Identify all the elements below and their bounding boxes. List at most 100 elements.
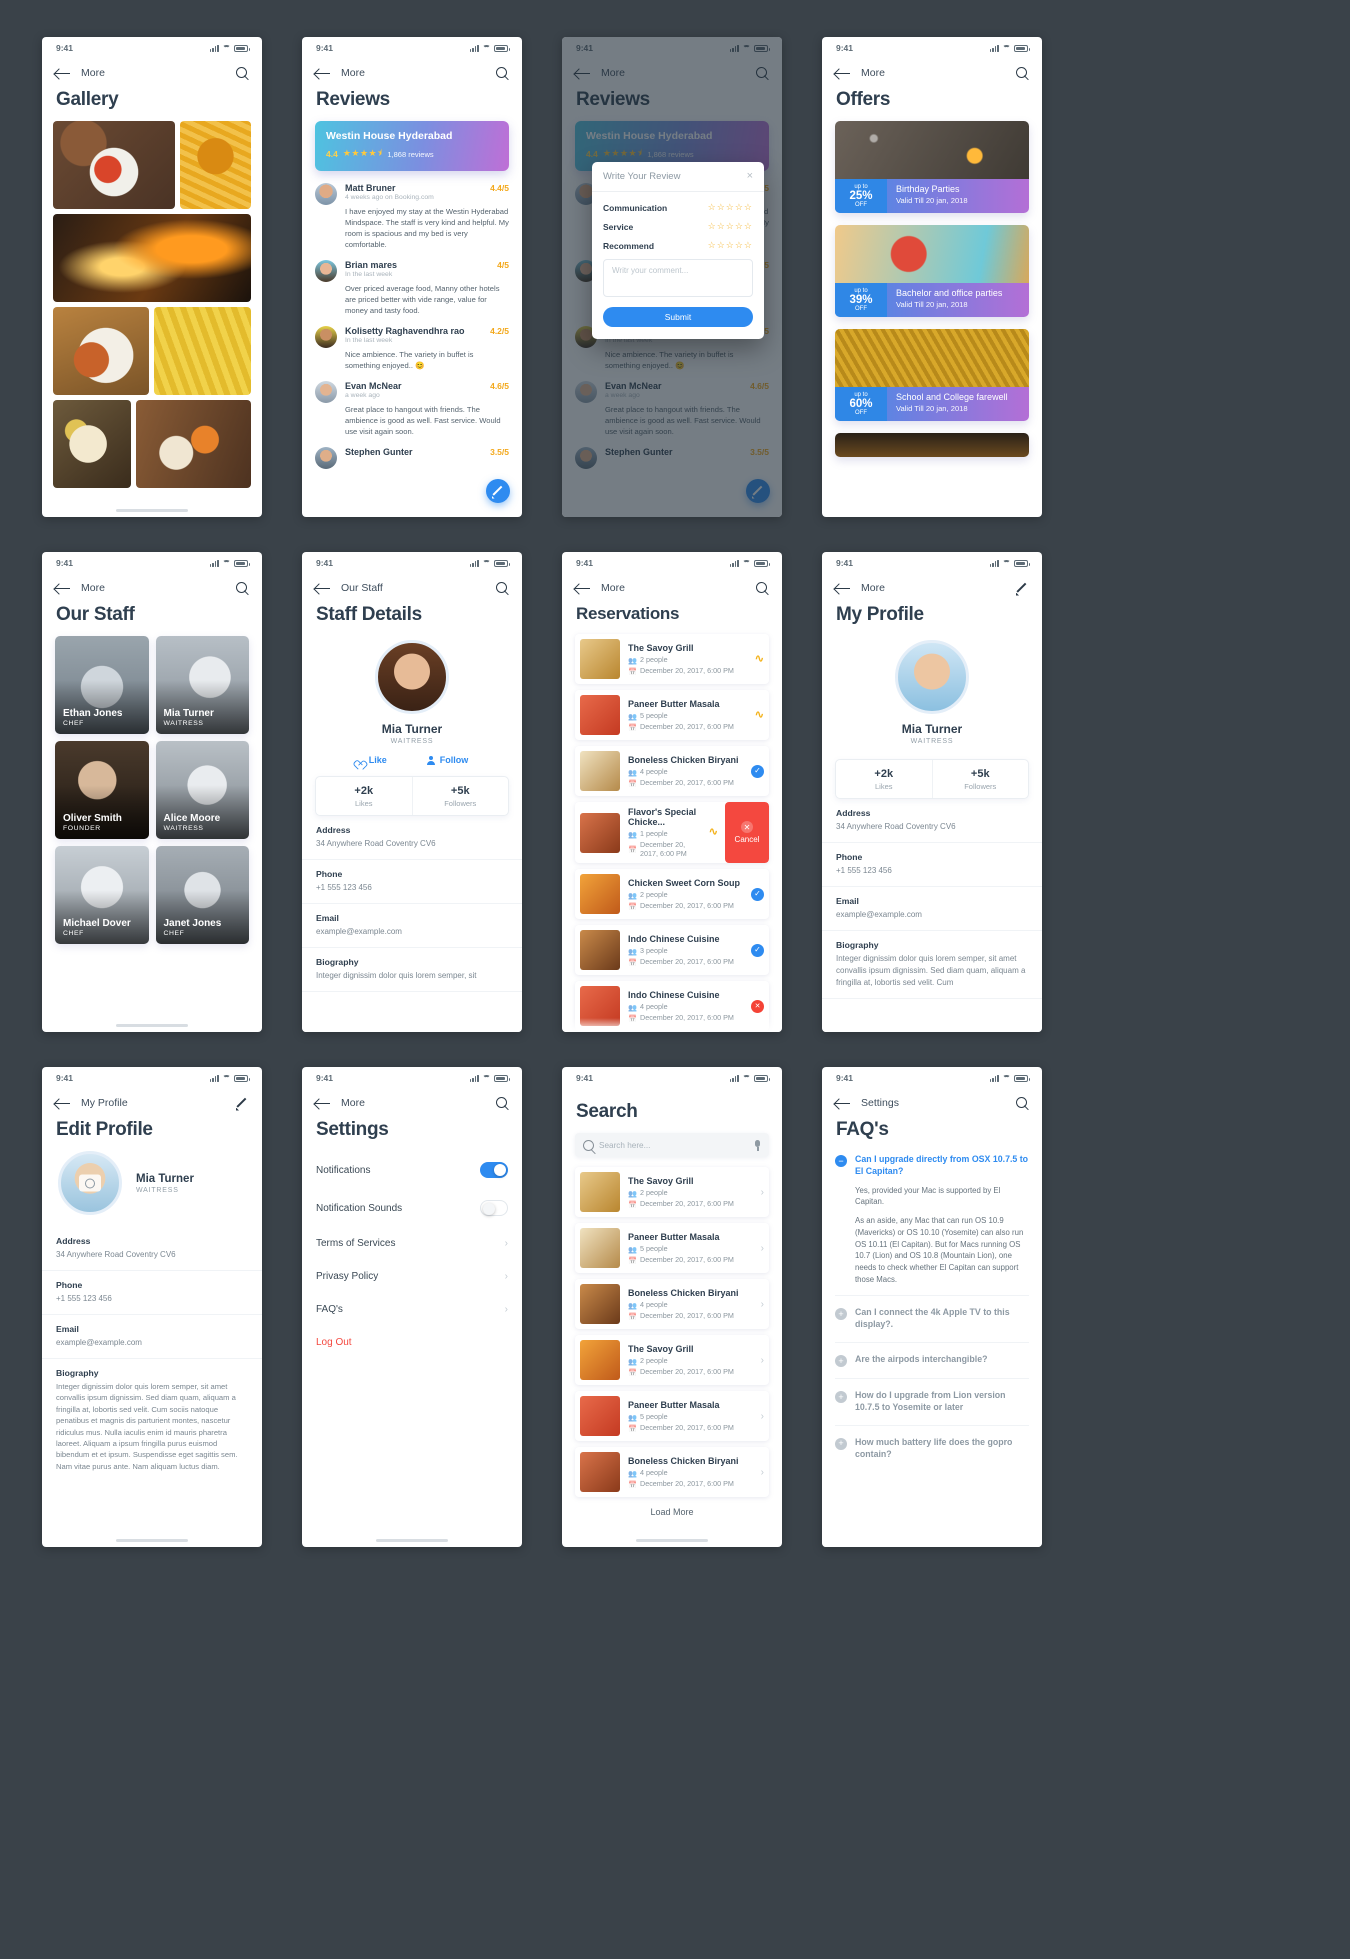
follow-button[interactable]: Follow <box>426 755 468 765</box>
faq-item-collapsed[interactable]: + Can I connect the 4k Apple TV to this … <box>835 1295 1029 1342</box>
staff-card[interactable]: Michael Dover CHEF <box>55 846 149 944</box>
setting-terms[interactable]: Terms of Services › <box>302 1227 522 1260</box>
search-icon[interactable] <box>236 66 249 80</box>
gallery-photo[interactable] <box>53 214 251 302</box>
gallery-photo[interactable] <box>53 121 175 209</box>
submit-button[interactable]: Submit <box>603 307 753 327</box>
gallery-photo[interactable] <box>180 121 251 209</box>
gallery-photo[interactable] <box>53 307 149 395</box>
reservation-row[interactable]: Chicken Sweet Corn Soup 👥 2 people 📅 Decem… <box>575 869 769 919</box>
faq-item-expanded[interactable]: − Can I upgrade directly from OSX 10.7.5… <box>835 1151 1029 1295</box>
field-biography[interactable]: Biography Integer dignissim dolor quis l… <box>42 1359 262 1481</box>
field-phone[interactable]: Phone +1 555 123 456 <box>42 1271 262 1315</box>
offer-card[interactable]: up to 39% OFF Bachelor and office partie… <box>835 225 1029 317</box>
review-item[interactable]: Kolisetty Raghavendhra rao 4.2/5 In the … <box>302 326 522 381</box>
comment-input[interactable]: Writr your comment... <box>603 259 753 297</box>
search-bar[interactable]: Search here... <box>575 1133 769 1157</box>
nav-back-group[interactable]: My Profile <box>55 1097 128 1109</box>
reservation-row[interactable]: Paneer Butter Masala 👥 5 people 📅 December… <box>575 690 769 740</box>
review-item[interactable]: Evan McNear 4.6/5 a week ago Great place… <box>302 381 522 447</box>
field-email[interactable]: Email example@example.com <box>42 1315 262 1359</box>
back-arrow-icon[interactable] <box>315 68 330 79</box>
like-button[interactable]: Like <box>356 755 387 765</box>
offer-card[interactable]: up to 25% OFF Birthday Parties Valid Til… <box>835 121 1029 213</box>
back-arrow-icon[interactable] <box>55 1098 70 1109</box>
write-review-fab[interactable] <box>486 479 510 503</box>
setting-faq[interactable]: FAQ's › <box>302 1293 522 1326</box>
field-address[interactable]: Address 34 Anywhere Road Coventry CV6 <box>42 1227 262 1271</box>
nav-back-group[interactable]: Our Staff <box>315 582 383 594</box>
cancel-button[interactable]: ✕ Cancel <box>725 802 769 863</box>
staff-card[interactable]: Alice Moore WAITRESS <box>155 741 249 839</box>
notification-sounds-toggle[interactable] <box>480 1200 508 1216</box>
notifications-toggle[interactable] <box>480 1162 508 1178</box>
search-icon[interactable] <box>496 581 509 595</box>
close-icon[interactable]: × <box>747 171 753 182</box>
search-icon[interactable] <box>1016 1096 1029 1110</box>
search-icon[interactable] <box>1016 66 1029 80</box>
back-arrow-icon[interactable] <box>55 68 70 79</box>
offer-card[interactable] <box>835 433 1029 457</box>
date-text: December 20, 2017, 6:00 PM <box>640 901 734 910</box>
gallery-photo[interactable] <box>53 400 131 488</box>
search-icon[interactable] <box>496 1096 509 1110</box>
reservation-row[interactable]: Indo Chinese Cuisine 👥 3 people 📅 December… <box>575 925 769 975</box>
search-result-row[interactable]: Boneless Chicken Biryani 👥 4 people 📅 Dece… <box>575 1447 769 1497</box>
setting-privacy[interactable]: Privasy Policy › <box>302 1260 522 1293</box>
nav-back-group[interactable]: More <box>835 67 885 79</box>
search-result-row[interactable]: Boneless Chicken Biryani 👥 4 people 📅 Dece… <box>575 1279 769 1329</box>
search-icon[interactable] <box>496 66 509 80</box>
search-icon[interactable] <box>756 581 769 595</box>
search-icon[interactable] <box>236 581 249 595</box>
back-arrow-icon[interactable] <box>575 583 590 594</box>
review-item[interactable]: Stephen Gunter 3.5/5 <box>302 447 522 479</box>
back-arrow-icon[interactable] <box>835 68 850 79</box>
gallery-photo[interactable] <box>154 307 251 395</box>
microphone-icon[interactable] <box>754 1139 761 1151</box>
reservation-row[interactable]: Boneless Chicken Biryani 👥 4 people 📅 Dece… <box>575 746 769 796</box>
staff-card[interactable]: Ethan Jones CHEF <box>55 636 149 734</box>
search-result-row[interactable]: Paneer Butter Masala 👥 5 people 📅 December… <box>575 1223 769 1273</box>
reservation-row[interactable]: The Savoy Grill 👥 2 people 📅 December 20, … <box>575 634 769 684</box>
nav-back-group[interactable]: More <box>55 67 105 79</box>
staff-card[interactable]: Janet Jones CHEF <box>155 846 249 944</box>
nav-back-group[interactable]: More <box>835 582 885 594</box>
star-rating-input[interactable]: ☆☆☆☆☆ <box>708 240 753 251</box>
edit-icon[interactable] <box>1016 582 1029 595</box>
nav-back-group[interactable]: More <box>315 67 365 79</box>
review-item[interactable]: Brian mares 4/5 In the last week Over pr… <box>302 260 522 326</box>
faq-item-collapsed[interactable]: + How much battery life does the gopro c… <box>835 1424 1029 1472</box>
avatar-upload[interactable] <box>58 1151 122 1215</box>
gallery-photo[interactable] <box>136 400 251 488</box>
search-result-row[interactable]: The Savoy Grill 👥 2 people 📅 December 20, … <box>575 1167 769 1217</box>
setting-notification-sounds[interactable]: Notification Sounds <box>302 1189 522 1227</box>
edit-icon[interactable] <box>236 1097 249 1110</box>
setting-logout[interactable]: Log Out <box>302 1326 522 1359</box>
load-more-button[interactable]: Load More <box>562 1497 782 1523</box>
star-rating-input[interactable]: ☆☆☆☆☆ <box>708 202 753 213</box>
faq-item-collapsed[interactable]: + Are the airpods interchangible? <box>835 1342 1029 1378</box>
back-arrow-icon[interactable] <box>55 583 70 594</box>
search-input[interactable]: Search here... <box>599 1141 748 1150</box>
review-summary-banner[interactable]: Westin House Hyderabad 4.4 ★★★★⯨ 1,868 r… <box>315 121 509 171</box>
back-arrow-icon[interactable] <box>315 1098 330 1109</box>
back-arrow-icon[interactable] <box>835 1098 850 1109</box>
nav-back-group[interactable]: More <box>55 582 105 594</box>
star-rating-input[interactable]: ☆☆☆☆☆ <box>708 221 753 232</box>
back-arrow-icon[interactable] <box>315 583 330 594</box>
nav-back-group[interactable]: More <box>315 1097 365 1109</box>
nav-back-group[interactable]: Settings <box>835 1097 899 1109</box>
staff-card[interactable]: Oliver Smith FOUNDER <box>55 741 149 839</box>
search-result-row[interactable]: Paneer Butter Masala 👥 5 people 📅 December… <box>575 1391 769 1441</box>
nav-back-group[interactable]: More <box>575 582 625 594</box>
reservation-row-swiped[interactable]: Flavor's Special Chicke... 👥 1 people 📅 De… <box>575 802 769 863</box>
reservation-title: Boneless Chicken Biryani <box>628 755 739 765</box>
offer-card[interactable]: up to 60% OFF School and College farewel… <box>835 329 1029 421</box>
search-result-row[interactable]: The Savoy Grill 👥 2 people 📅 December 20, … <box>575 1335 769 1385</box>
review-item[interactable]: Matt Bruner 4.4/5 4 weeks ago on Booking… <box>302 183 522 260</box>
staff-card[interactable]: Mia Turner WAITRESS <box>155 636 249 734</box>
setting-notifications[interactable]: Notifications <box>302 1151 522 1189</box>
faq-question-row[interactable]: − Can I upgrade directly from OSX 10.7.5… <box>835 1154 1029 1178</box>
faq-item-collapsed[interactable]: + How do I upgrade from Lion version 10.… <box>835 1378 1029 1425</box>
back-arrow-icon[interactable] <box>835 583 850 594</box>
